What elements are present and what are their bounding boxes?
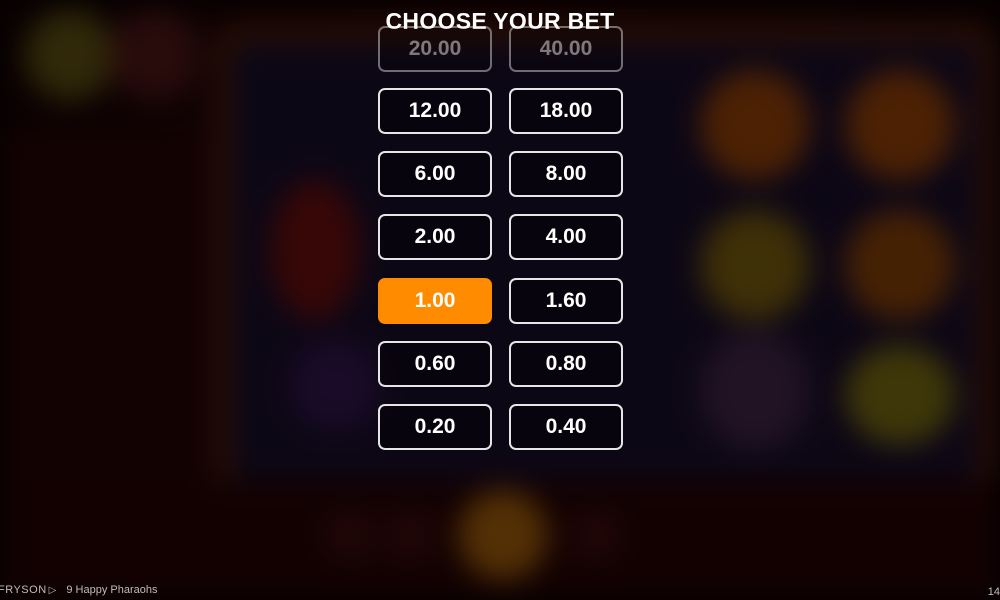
game-name: 9 Happy Pharaohs xyxy=(66,584,158,596)
bet-option-18[interactable]: 18.00 xyxy=(509,88,623,134)
provider-brand: FRYSON xyxy=(0,584,47,596)
bet-option-8[interactable]: 8.00 xyxy=(509,151,623,197)
bet-option-0-40[interactable]: 0.40 xyxy=(509,404,623,450)
bet-option-4[interactable]: 4.00 xyxy=(509,214,623,260)
bet-option-0-80[interactable]: 0.80 xyxy=(509,341,623,387)
bet-option-1-60[interactable]: 1.60 xyxy=(509,278,623,324)
bet-option-0-60[interactable]: 0.60 xyxy=(378,341,492,387)
bet-option-6[interactable]: 6.00 xyxy=(378,151,492,197)
bet-option-12[interactable]: 12.00 xyxy=(378,88,492,134)
bet-option-partial-right[interactable]: 40.00 xyxy=(509,26,623,72)
modal-dim-overlay xyxy=(0,0,1000,600)
footer-bar: FRYSON ▷ 9 Happy Pharaohs xyxy=(0,582,157,598)
bet-option-partial-left[interactable]: 20.00 xyxy=(378,26,492,72)
brand-play-icon: ▷ xyxy=(48,584,57,596)
choose-bet-title: CHOOSE YOUR BET xyxy=(385,8,615,34)
bet-option-0-20[interactable]: 0.20 xyxy=(378,404,492,450)
footer-clock: 14 xyxy=(987,586,1000,598)
bet-option-1-selected[interactable]: 1.00 xyxy=(378,278,492,324)
bet-option-2[interactable]: 2.00 xyxy=(378,214,492,260)
